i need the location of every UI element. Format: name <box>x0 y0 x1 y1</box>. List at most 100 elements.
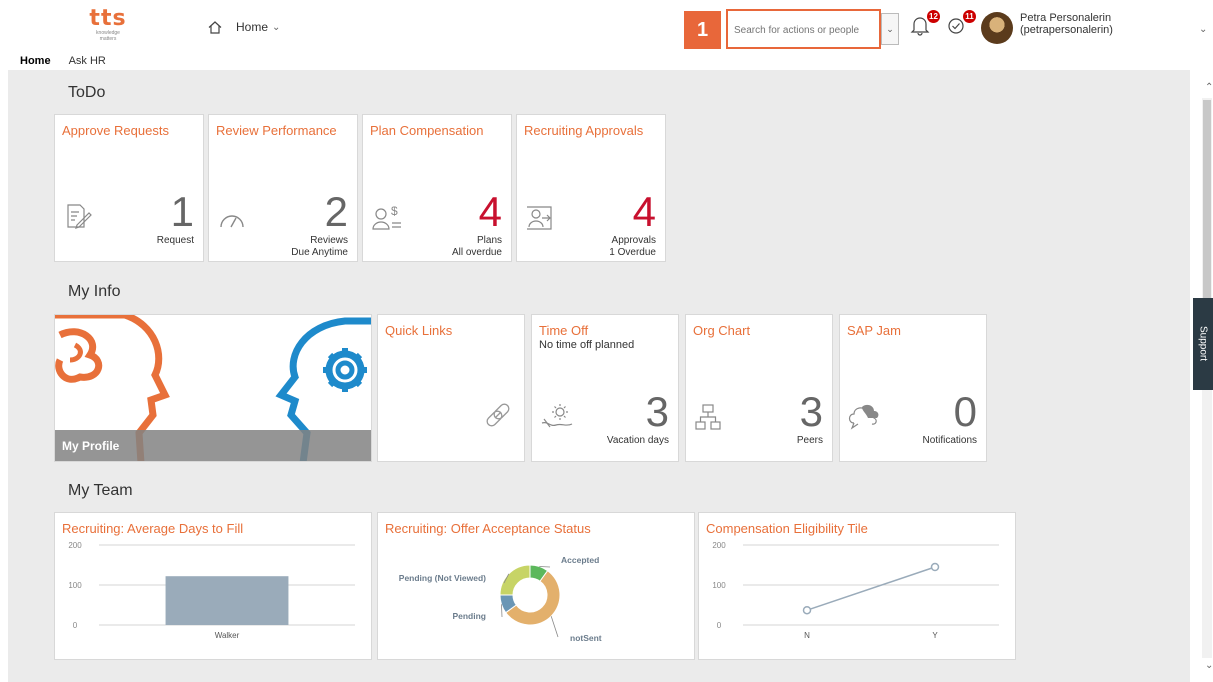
tile-title: Recruiting Approvals <box>524 123 644 138</box>
tile-unit: Approvals <box>611 235 656 246</box>
sun-beach-icon <box>541 404 573 428</box>
tile-time-off[interactable]: Time Off No time off planned 3 Vacation … <box>531 314 679 462</box>
person-dollar-icon: $ <box>372 204 401 230</box>
chevron-up-icon[interactable]: ⌃ <box>1205 82 1213 93</box>
notifications-badge: 12 <box>927 10 940 23</box>
tile-unit: Vacation days <box>606 435 669 446</box>
tile-unit: Peers <box>796 435 823 446</box>
tile-title: Time Off <box>539 323 589 338</box>
tile-title: SAP Jam <box>847 323 901 338</box>
data-point <box>802 605 812 615</box>
link-icon <box>486 403 510 427</box>
y-tick-label: 100 <box>68 581 82 590</box>
subnav-home[interactable]: Home <box>20 55 51 67</box>
chevron-down-icon[interactable]: ⌄ <box>1205 660 1213 671</box>
slice-label: Pending <box>452 611 486 621</box>
avatar[interactable] <box>981 12 1013 44</box>
profile-label: My Profile <box>62 439 120 453</box>
tile-number: 4 <box>632 188 656 235</box>
logo-tagline-2: matters <box>99 36 117 42</box>
user-menu[interactable]: Petra Personalerin (petrapersonalerin) <box>1020 12 1113 36</box>
tile-org-chart[interactable]: Org Chart 3 Peers <box>685 314 833 462</box>
user-full-name: Petra Personalerin <box>1020 12 1112 24</box>
tile-title: Quick Links <box>385 323 453 338</box>
main-content: ToDo Approve Requests 1 Request Review P… <box>8 70 1190 682</box>
gauge-icon <box>220 215 244 228</box>
home-menu-label: Home <box>236 20 269 34</box>
chevron-down-icon: ⌄ <box>272 21 281 33</box>
tile-quick-links[interactable]: Quick Links <box>377 314 525 462</box>
y-tick-label: 200 <box>68 541 82 550</box>
tile-unit: Reviews <box>310 235 348 246</box>
document-edit-icon <box>67 204 92 229</box>
tile-sap-jam[interactable]: SAP Jam 0 Notifications <box>839 314 987 462</box>
person-arrow-icon <box>527 206 552 230</box>
y-tick-label: 0 <box>717 621 722 630</box>
tile-unit: Plans <box>476 235 502 246</box>
support-tab[interactable]: Support <box>1193 298 1213 390</box>
chevron-down-icon[interactable]: ⌄ <box>1199 24 1207 35</box>
y-tick-label: 0 <box>73 621 78 630</box>
series-line <box>806 566 936 611</box>
tile-unit-secondary: All overdue <box>451 247 502 258</box>
tile-subtitle: No time off planned <box>539 339 635 351</box>
slice-label: Pending (Not Viewed) <box>399 573 486 583</box>
x-tick-label: Y <box>932 631 938 640</box>
tile-review-performance[interactable]: Review Performance 2 Reviews Due Anytime <box>208 114 358 262</box>
search-dropdown-button[interactable]: ⌄ <box>881 13 899 45</box>
tile-compensation-eligibility[interactable]: Compensation Eligibility Tile 200 100 0 N Y <box>698 512 1016 660</box>
section-title-todo: ToDo <box>68 84 106 101</box>
subnav-ask-hr[interactable]: Ask HR <box>69 55 106 67</box>
logo-text: tts <box>89 6 127 31</box>
slice-leader-line <box>501 604 503 618</box>
tile-title: Recruiting: Average Days to Fill <box>62 521 244 536</box>
x-tick-label: Walker <box>215 631 240 640</box>
user-id: (petrapersonalerin) <box>1020 24 1113 36</box>
slice-leader-line <box>550 616 559 638</box>
tile-title: Compensation Eligibility Tile <box>706 521 868 536</box>
tile-avg-days-to-fill[interactable]: Recruiting: Average Days to Fill 200 100 0… <box>54 512 372 660</box>
tile-recruiting-approvals[interactable]: Recruiting Approvals 4 Approvals 1 Overd… <box>516 114 666 262</box>
data-point <box>930 562 940 572</box>
y-tick-label: 100 <box>712 581 726 590</box>
tile-title: Recruiting: Offer Acceptance Status <box>385 521 591 536</box>
tile-number: 3 <box>799 388 823 435</box>
tile-number: 1 <box>170 188 194 235</box>
slice-leader-line <box>539 566 551 568</box>
tile-unit: Request <box>156 235 194 246</box>
tile-my-profile[interactable]: My Profile <box>54 314 372 462</box>
tile-number: 0 <box>953 388 977 435</box>
svg-text:$: $ <box>391 204 398 218</box>
tile-offer-acceptance[interactable]: Recruiting: Offer Acceptance Status Acce… <box>377 512 695 660</box>
sub-navigation: Home Ask HR <box>20 55 106 67</box>
tasks-button[interactable]: 11 <box>946 10 976 38</box>
section-title-my-info: My Info <box>68 283 121 300</box>
home-icon <box>208 20 222 34</box>
section-title-my-team: My Team <box>68 482 133 499</box>
home-menu[interactable]: Home ⌄ <box>208 20 280 34</box>
chat-cloud-icon <box>848 404 879 430</box>
bar <box>165 576 289 625</box>
search-box[interactable] <box>726 9 881 49</box>
slice-label: Accepted <box>561 555 599 565</box>
tile-unit: Notifications <box>922 435 977 446</box>
tile-number: 4 <box>478 188 502 235</box>
tile-unit-secondary: Due Anytime <box>291 247 348 258</box>
tile-plan-compensation[interactable]: Plan Compensation $ 4 Plans All overdue <box>362 114 512 262</box>
donut-slice <box>499 564 531 596</box>
line-chart: 200 100 0 N Y <box>712 541 999 640</box>
search-input[interactable] <box>734 21 872 39</box>
donut-chart: Accepted notSent Pending Pending (Not Viewe… <box>399 555 602 643</box>
notifications-button[interactable]: 12 <box>910 10 940 38</box>
tile-title: Review Performance <box>216 123 337 138</box>
tile-number: 2 <box>324 188 348 235</box>
company-logo[interactable]: tts knowledge matters <box>84 6 132 43</box>
tile-title: Plan Compensation <box>370 123 484 138</box>
slice-label: notSent <box>570 633 602 643</box>
tasks-badge: 11 <box>963 10 976 23</box>
tile-approve-requests[interactable]: Approve Requests 1 Request <box>54 114 204 262</box>
x-tick-label: N <box>804 631 810 640</box>
tile-title: Approve Requests <box>62 123 169 138</box>
tile-number: 3 <box>645 388 669 435</box>
tile-unit-secondary: 1 Overdue <box>609 247 656 258</box>
